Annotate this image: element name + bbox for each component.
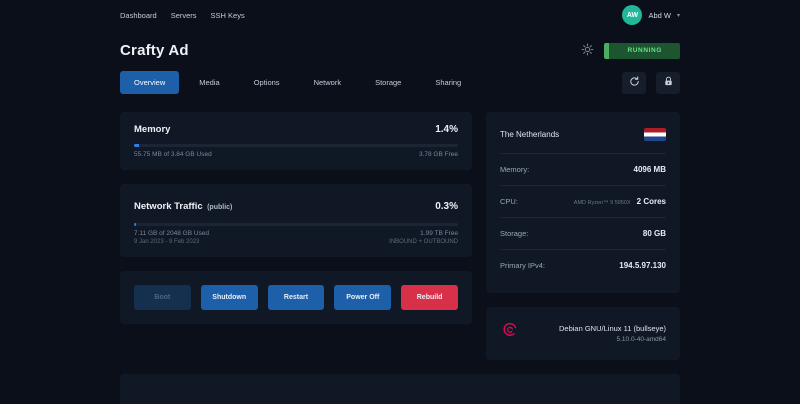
avatar[interactable]: AW — [622, 5, 642, 25]
os-name: Debian GNU/Linux 11 (bullseye) — [559, 324, 666, 333]
chevron-down-icon: ▾ — [677, 12, 680, 19]
network-free-label: 1.99 TB Free — [420, 230, 458, 237]
rebuild-button[interactable]: Rebuild — [401, 285, 458, 310]
memory-row-label: Memory: — [500, 165, 529, 174]
lock-icon — [663, 75, 674, 90]
avatar-initials: AW — [627, 12, 638, 19]
boot-button[interactable]: Boot — [134, 285, 191, 310]
tab-sharing[interactable]: Sharing — [421, 71, 475, 94]
power-actions-card: Boot Shutdown Restart Power Off Rebuild — [120, 271, 472, 324]
network-title: Network Traffic — [134, 201, 203, 212]
nav-link-dashboard[interactable]: Dashboard — [120, 11, 157, 20]
os-card: Debian GNU/Linux 11 (bullseye) 5.10.0-40… — [486, 307, 680, 360]
status-badge: RUNNING — [604, 43, 680, 59]
info-row-storage: Storage: 80 GB — [500, 217, 666, 249]
cpu-row-value: 2 Cores — [637, 197, 666, 206]
netherlands-flag-icon — [644, 128, 666, 141]
memory-title: Memory — [134, 124, 170, 135]
storage-row-value: 80 GB — [643, 229, 666, 238]
memory-progress-fill — [134, 144, 139, 147]
gear-icon — [581, 43, 594, 59]
network-title-suffix: (public) — [207, 204, 232, 211]
network-traffic-card: Network Traffic (public) 0.3% 7.11 GB of… — [120, 184, 472, 257]
statistics-card: Statistics ▾ — [120, 374, 680, 404]
memory-free-label: 3.78 GB Free — [419, 151, 458, 158]
left-column: Memory 1.4% 55.75 MB of 3.84 GB Used 3.7… — [120, 112, 472, 360]
user-name: Abd W — [648, 11, 671, 20]
nav-link-ssh-keys[interactable]: SSH Keys — [211, 11, 245, 20]
top-navbar: Dashboard Servers SSH Keys AW Abd W ▾ — [0, 0, 800, 30]
os-kernel: 5.10.0-40-amd64 — [559, 336, 666, 343]
tab-overview[interactable]: Overview — [120, 71, 179, 94]
nav-links: Dashboard Servers SSH Keys — [120, 11, 245, 20]
main-content: Memory 1.4% 55.75 MB of 3.84 GB Used 3.7… — [120, 112, 680, 404]
info-row-memory: Memory: 4096 MB — [500, 153, 666, 185]
memory-progress-track — [134, 144, 458, 147]
tab-media[interactable]: Media — [185, 71, 233, 94]
ipv4-row-label: Primary IPv4: — [500, 261, 545, 270]
lock-button[interactable] — [656, 72, 680, 94]
server-info-card: The Netherlands Memory: 4096 MB CPU: AMD… — [486, 112, 680, 293]
memory-row-value: 4096 MB — [634, 165, 666, 174]
page-header: Crafty Ad RUNNING Overview Media Options… — [0, 42, 800, 94]
info-row-ipv4: Primary IPv4: 194.5.97.130 — [500, 249, 666, 281]
page-title: Crafty Ad — [120, 42, 189, 59]
restart-button[interactable]: Restart — [268, 285, 325, 310]
info-row-cpu: CPU: AMD Ryzen™ 9 5950X 2 Cores — [500, 185, 666, 217]
tab-network[interactable]: Network — [300, 71, 356, 94]
memory-used-label: 55.75 MB of 3.84 GB Used — [134, 151, 212, 158]
ipv4-row-value: 194.5.97.130 — [619, 261, 666, 270]
network-progress-fill — [134, 223, 136, 226]
storage-row-label: Storage: — [500, 229, 528, 238]
right-column: The Netherlands Memory: 4096 MB CPU: AMD… — [486, 112, 680, 360]
power-off-button[interactable]: Power Off — [334, 285, 391, 310]
cpu-model: AMD Ryzen™ 9 5950X — [574, 200, 631, 206]
tab-options[interactable]: Options — [240, 71, 294, 94]
debian-logo-icon — [500, 321, 520, 346]
shutdown-button[interactable]: Shutdown — [201, 285, 258, 310]
memory-percent: 1.4% — [435, 124, 458, 135]
network-progress-track — [134, 223, 458, 226]
settings-button[interactable] — [581, 43, 594, 59]
cpu-row-label: CPU: — [500, 197, 518, 206]
tab-storage[interactable]: Storage — [361, 71, 415, 94]
network-period-label: 9 Jan 2023 - 9 Feb 2023 — [134, 239, 199, 245]
network-used-label: 7.11 GB of 2048 GB Used — [134, 230, 209, 237]
refresh-icon — [629, 75, 640, 90]
refresh-button[interactable] — [622, 72, 646, 94]
network-scope-label: INBOUND + OUTBOUND — [389, 239, 458, 245]
server-location: The Netherlands — [500, 130, 559, 139]
nav-link-servers[interactable]: Servers — [171, 11, 197, 20]
user-menu[interactable]: AW Abd W ▾ — [622, 5, 680, 25]
network-percent: 0.3% — [435, 201, 458, 212]
tab-bar: Overview Media Options Network Storage S… — [120, 71, 475, 94]
status-badge-label: RUNNING — [609, 43, 680, 59]
memory-card: Memory 1.4% 55.75 MB of 3.84 GB Used 3.7… — [120, 112, 472, 170]
